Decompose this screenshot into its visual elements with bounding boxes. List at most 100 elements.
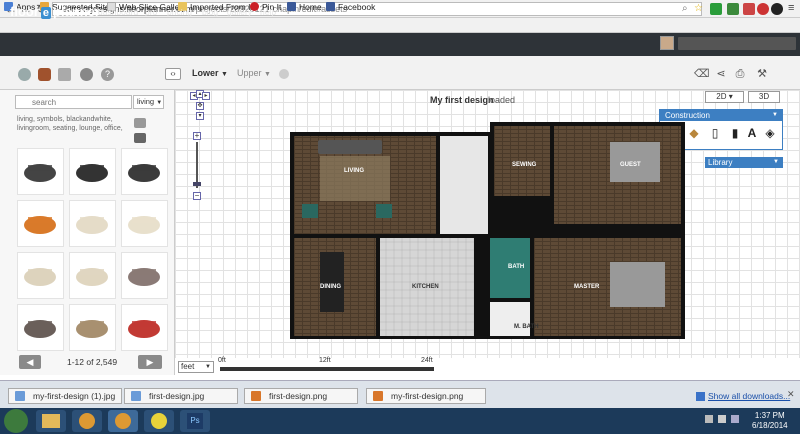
unit-select[interactable]: feet ▼ [178,361,214,373]
prev-page-button[interactable]: ◀ [19,355,41,369]
volume-icon[interactable] [731,415,739,423]
download-item[interactable]: first-design.png [244,388,358,404]
view-3d-button[interactable]: 3D [748,91,780,103]
eraser-icon[interactable]: ⌫ [694,68,710,80]
library-search-input[interactable] [15,95,132,109]
library-item-coffee-table[interactable] [69,304,116,351]
tag-toggle-button[interactable] [134,118,146,128]
print-icon[interactable]: ⎙ [734,68,746,80]
library-item-sofa-cream[interactable] [121,200,168,247]
share-icon[interactable] [80,68,93,81]
chrome-icon[interactable] [72,410,102,432]
photoshop-icon[interactable]: Ps [180,410,210,432]
save-status: loaded [488,95,516,105]
dimension-tool-icon[interactable]: ◈ [762,125,778,141]
extension-icon[interactable] [710,3,722,15]
bookmark-home[interactable]: Home [287,1,322,14]
nav-gallery[interactable]: gallery [227,7,252,17]
library-item-recliner[interactable] [121,148,168,195]
library-header[interactable]: Library ▼ [705,157,783,168]
floor-tab-lower[interactable]: Lower ▼ [192,68,228,78]
living-chair[interactable] [302,204,318,218]
add-floor-icon[interactable] [279,69,289,79]
nav-pricing[interactable]: pricing [167,7,192,17]
floor-tab-upper[interactable]: Upper ▼ [237,68,271,78]
image-icon[interactable] [58,68,71,81]
zoom-out-icon[interactable]: − [193,192,201,200]
download-icon [696,392,705,401]
extension-icon[interactable] [743,3,755,15]
design-title[interactable]: My first design [430,95,494,105]
download-item[interactable]: my-first-design (1).jpg [8,388,122,404]
view-2d-select[interactable]: 2D ▾ [705,91,744,103]
tag-filter-button[interactable] [134,133,146,143]
app-icon[interactable] [144,410,174,432]
share-icon[interactable]: ⋖ [715,68,727,80]
download-item[interactable]: my-first-design.png [366,388,486,404]
zoom-in-icon[interactable]: + [193,132,201,140]
room-label-dining: DINING [320,284,341,290]
dining-table[interactable] [320,252,344,312]
pan-right-icon[interactable]: ▸ [202,92,210,100]
pinterest-icon[interactable] [757,3,769,15]
zoom-slider-handle[interactable] [193,182,201,186]
library-item-sofa-long[interactable] [17,252,64,299]
living-sofa[interactable] [318,140,382,154]
download-item[interactable]: first-design.jpg [124,388,238,404]
tray-icon[interactable] [718,415,726,423]
library-item-sofa-red[interactable] [121,304,168,351]
library-item-sofa-beige[interactable] [69,252,116,299]
nav-blog[interactable]: blog [202,7,218,17]
help-icon[interactable]: ? [101,68,114,81]
pan-down-icon[interactable]: ▾ [196,112,204,120]
furniture-thumbnail [24,320,56,338]
category-select[interactable]: living ▼ [133,95,164,109]
room-sewing[interactable] [494,126,550,196]
chevron-down-icon: ▼ [772,112,778,118]
close-icon[interactable]: ✕ [787,389,795,400]
furniture-icon[interactable] [38,68,51,81]
clock[interactable]: 1:37 PM 6/18/2014 [752,411,788,431]
library-item-sofa-gray[interactable] [17,304,64,351]
library-item-eames-chair[interactable] [69,148,116,195]
zoom-control[interactable]: ◂ ▴ ✥ ▸ ▾ + − [190,90,210,202]
windows-start-icon[interactable] [4,409,28,433]
floor-switch-button[interactable]: ‹› [165,68,181,80]
floor-plan[interactable]: LIVING SEWING GUEST DINING KITCHEN BATH … [290,122,685,339]
next-page-button[interactable]: ▶ [138,355,162,369]
user-menu[interactable] [678,37,796,50]
file-explorer-icon[interactable] [36,410,66,432]
extension-icon[interactable] [771,3,783,15]
room-label-kitchen: KITCHEN [412,284,439,290]
facebook-icon [326,2,335,11]
library-item-chaise-sofa[interactable] [69,200,116,247]
room-m-bath[interactable] [490,302,530,336]
show-all-downloads-link[interactable]: Show all downloads... [708,391,790,401]
tray-icon[interactable] [705,415,713,423]
extension-icon[interactable] [727,3,739,15]
library-item-round-table[interactable] [17,200,64,247]
nav-help[interactable]: help [260,7,276,17]
living-chair[interactable] [376,204,392,218]
menu-icon[interactable]: ≡ [788,2,794,14]
chrome-icon[interactable] [108,410,138,432]
library-tags: living, symbols, blackandwhite, livingro… [17,116,123,132]
search-icon[interactable]: ⌕ [682,3,688,14]
star-icon[interactable]: ☆ [694,3,703,14]
master-bed[interactable] [610,262,665,307]
floor-tool-icon[interactable]: ◆ [686,125,702,141]
settings-icon[interactable] [18,68,31,81]
nav-dashboard[interactable]: dashboard [98,7,138,17]
bookmark-facebook[interactable]: Facebook [326,1,375,14]
avatar[interactable] [660,36,674,50]
library-item-lounge-chair[interactable] [17,148,64,195]
library-item-sectional[interactable] [121,252,168,299]
door-tool-icon[interactable]: ▮ [727,125,743,141]
construction-header[interactable]: Construction ▼ [660,110,782,121]
text-tool-icon[interactable]: A [744,125,760,141]
floorplanner-logo[interactable]: floor e planner [10,4,100,19]
pan-center-icon[interactable]: ✥ [196,102,204,110]
wrench-icon[interactable]: ⚒ [756,68,768,80]
wall-tool-icon[interactable]: ▯ [707,125,723,141]
nav-pro[interactable]: pro [145,7,157,17]
